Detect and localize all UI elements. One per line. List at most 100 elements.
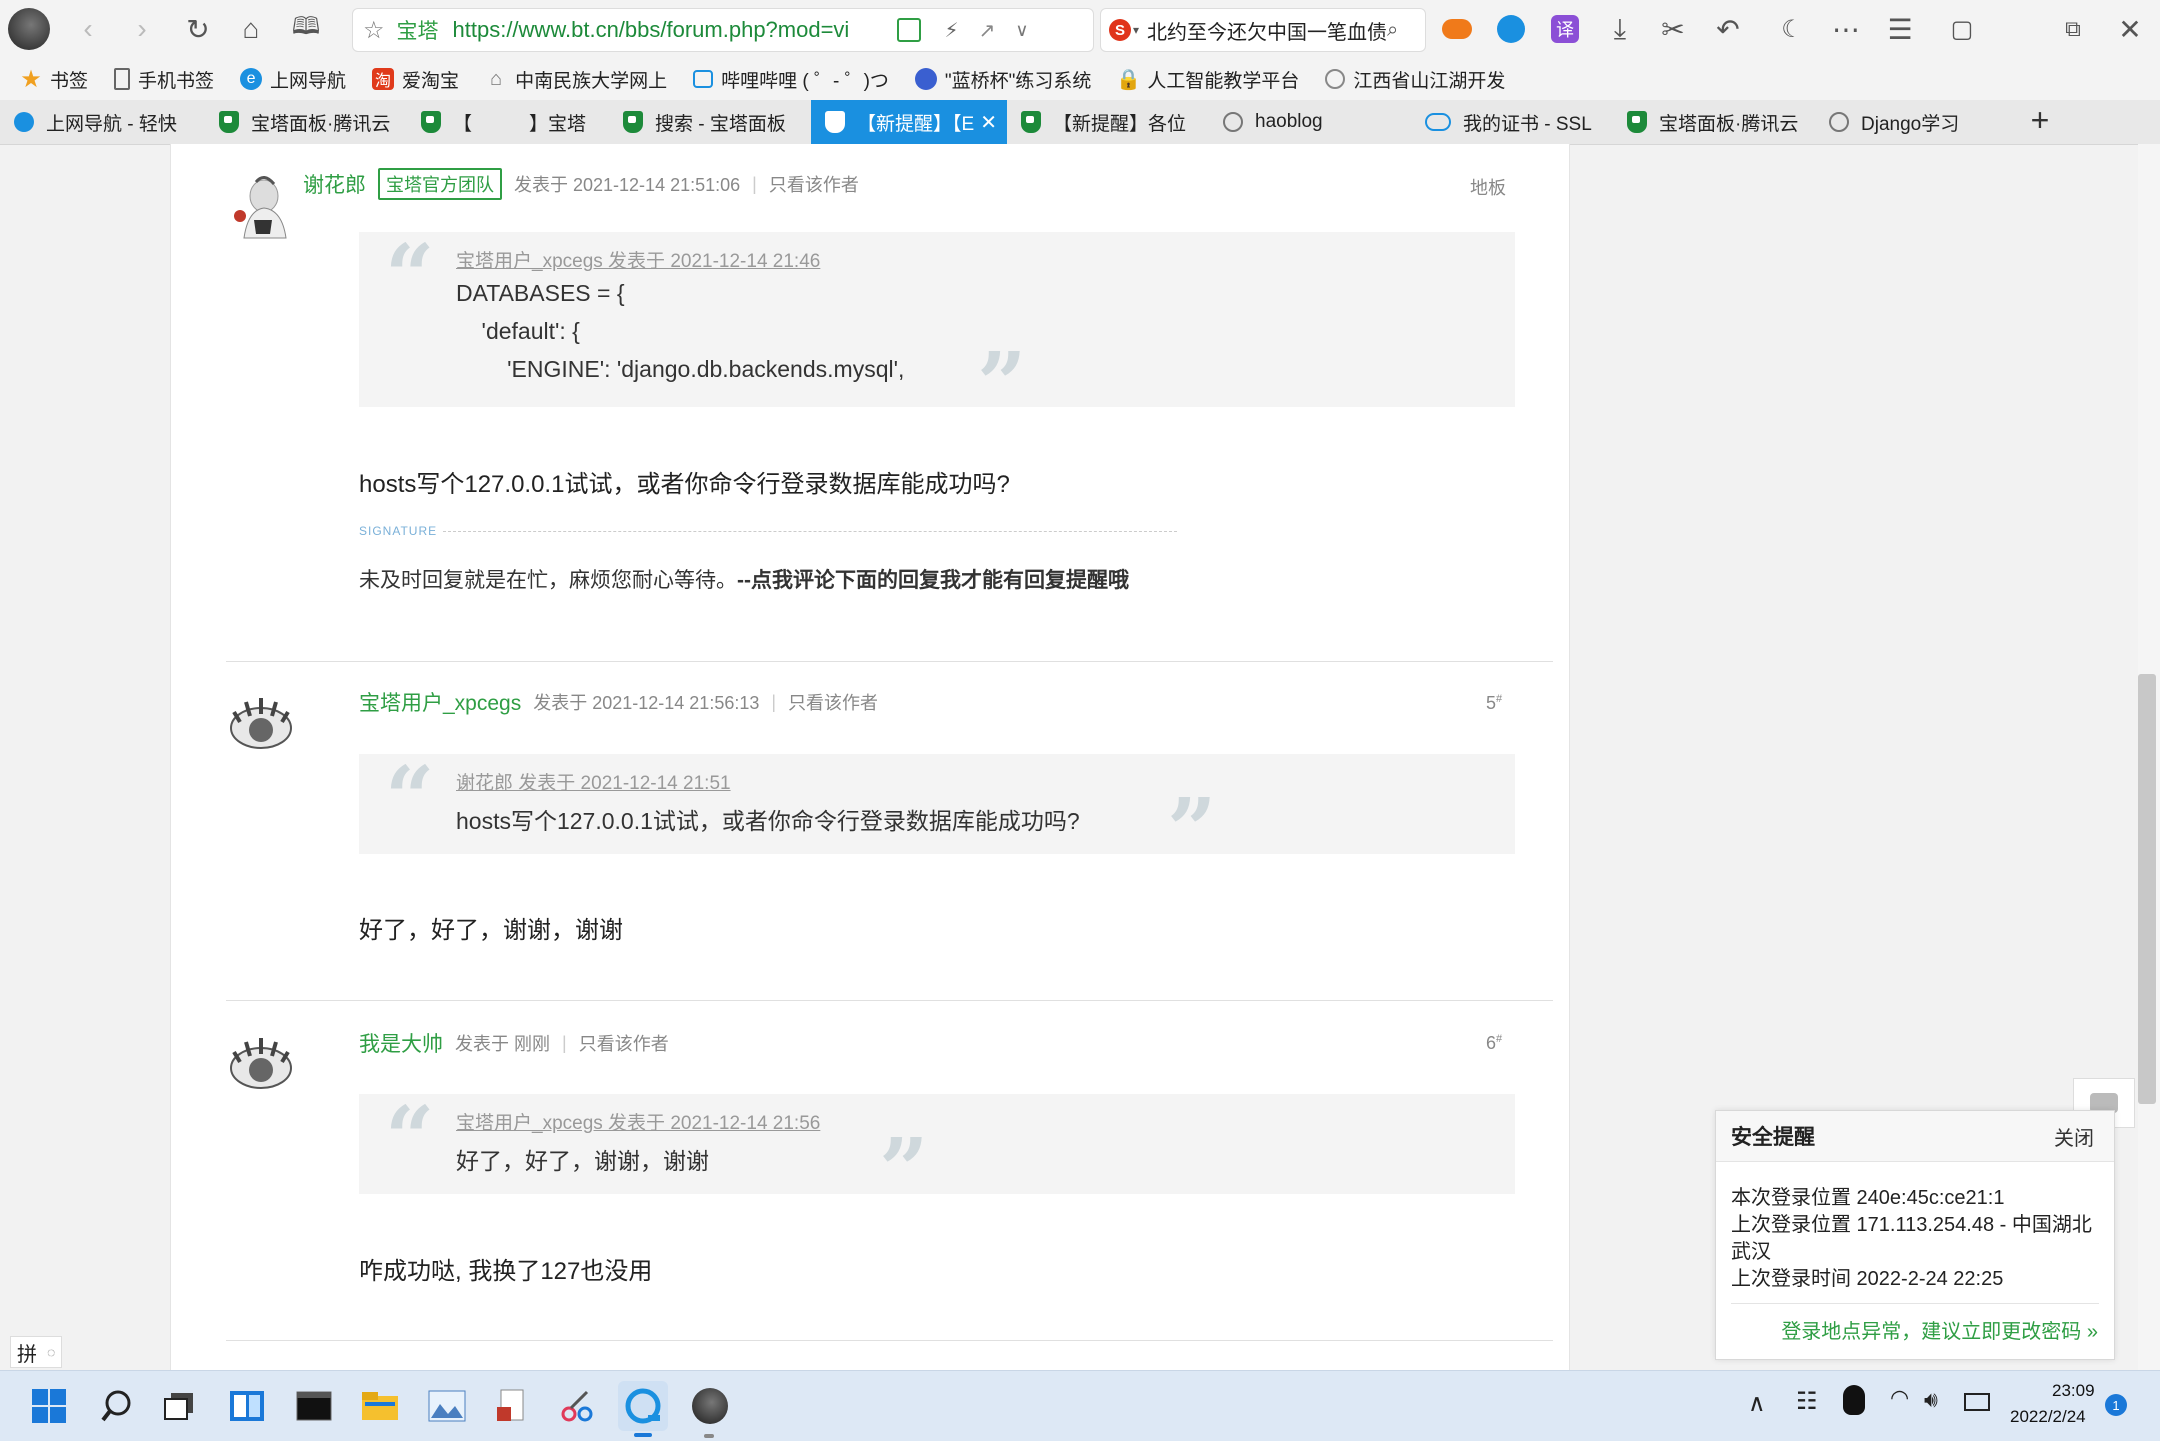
search-icon[interactable]	[92, 1381, 142, 1431]
battery-icon[interactable]	[1964, 1393, 1990, 1411]
profile-avatar[interactable]	[8, 8, 50, 50]
menu-icon[interactable]: ☰	[1880, 9, 1920, 49]
tab[interactable]: haoblog	[1209, 100, 1411, 144]
forward-icon[interactable]: ›	[122, 9, 162, 49]
quote-header[interactable]: 谢花郎 发表于 2021-12-14 21:51	[456, 768, 731, 795]
home-icon[interactable]: ⌂	[231, 9, 271, 49]
volume-icon[interactable]: 🔊︎	[1924, 1387, 1938, 1413]
floor-number[interactable]: 6#	[1486, 1033, 1502, 1054]
back-icon[interactable]: ‹	[68, 9, 108, 49]
clock-date[interactable]: 2022/2/24	[2010, 1407, 2086, 1427]
clock-time[interactable]: 23:09	[2052, 1381, 2095, 1401]
restore-icon[interactable]: ⧉	[2053, 9, 2093, 49]
quote-line: DATABASES = {	[456, 280, 625, 306]
tab[interactable]: Django学习	[1815, 100, 2017, 144]
engine-dropdown-icon[interactable]: ▾	[1133, 23, 1139, 37]
translate-icon[interactable]: 译	[1545, 9, 1585, 49]
globe-icon	[1223, 112, 1243, 132]
bilibili-icon	[693, 70, 714, 88]
house-icon: ⌂	[490, 67, 503, 90]
avatar[interactable]	[226, 168, 296, 244]
avatar[interactable]	[226, 688, 296, 758]
terminal-icon[interactable]	[289, 1381, 339, 1431]
tab[interactable]: 我的证书 - SSL	[1411, 100, 1613, 144]
bookmark-item[interactable]: 🔒 人工智能教学平台	[1116, 58, 1299, 100]
bookmark-item[interactable]: 手机书签	[114, 58, 214, 100]
refresh-icon[interactable]: ↻	[178, 9, 218, 49]
user-app-icon[interactable]	[685, 1381, 735, 1431]
search-icon[interactable]: ⌕	[1387, 19, 1398, 42]
bookmark-item[interactable]: e 上网导航	[240, 58, 346, 100]
only-author-link[interactable]: 只看该作者	[788, 689, 878, 715]
folder-icon[interactable]	[355, 1381, 405, 1431]
notification-badge[interactable]: 1	[2105, 1394, 2127, 1416]
search-box[interactable]: S ▾ 北约至今还欠中国一笔血债 ⌕	[1100, 8, 1426, 52]
qq-icon[interactable]	[1843, 1385, 1865, 1415]
widgets-icon[interactable]	[222, 1381, 272, 1431]
quote-header[interactable]: 宝塔用户_xpcegs 发表于 2021-12-14 21:56	[456, 1108, 820, 1135]
author-name[interactable]: 宝塔用户_xpcegs	[359, 687, 521, 717]
moon-icon[interactable]: ☾	[1772, 9, 1812, 49]
url-text[interactable]: https://www.bt.cn/bbs/forum.php?mod=vi	[453, 17, 883, 43]
share-icon[interactable]: ↗	[979, 18, 996, 43]
extension-icon[interactable]	[1491, 9, 1531, 49]
flash-icon[interactable]: ⚡	[945, 18, 959, 43]
bookmark-item[interactable]: "蓝桥杯"练习系统	[914, 58, 1091, 100]
more-icon[interactable]: ⋯	[1826, 9, 1866, 49]
open-quote-icon: “	[385, 748, 435, 849]
tab[interactable]: 宝塔面板·腾讯云	[1613, 100, 1815, 144]
bookmark-item[interactable]: ⌂ 中南民族大学网上	[485, 58, 667, 100]
browser-icon[interactable]	[618, 1381, 668, 1431]
close-tab-icon[interactable]: ✕	[980, 110, 997, 135]
chevron-up-icon[interactable]: ∧	[1748, 1389, 1766, 1418]
tab[interactable]: 【新提醒】各位	[1007, 100, 1209, 144]
only-author-link[interactable]: 只看该作者	[579, 1030, 669, 1056]
start-button[interactable]	[24, 1381, 74, 1431]
bookmark-item[interactable]: 淘爱淘宝	[372, 58, 459, 100]
settings-sliders-icon[interactable]: ☷	[1796, 1387, 1818, 1416]
change-password-link[interactable]: 登录地点异常，建议立即更改密码 »	[1781, 1315, 2098, 1344]
login-location: 本次登录位置 240e:45c:ce21:1	[1731, 1187, 2005, 1209]
task-view-icon[interactable]	[154, 1381, 204, 1431]
author-name[interactable]: 我是大帅	[359, 1028, 443, 1058]
scrollbar[interactable]	[2138, 144, 2160, 1370]
floor-number[interactable]: 5#	[1486, 693, 1502, 714]
photos-icon[interactable]	[422, 1381, 472, 1431]
bookmark-item[interactable]: 江西省山江湖开发	[1325, 58, 1505, 100]
game-icon[interactable]	[1437, 9, 1477, 49]
avatar[interactable]	[226, 1028, 296, 1098]
star-icon[interactable]: ☆	[363, 16, 385, 45]
tab[interactable]: 上网导航 - 轻快	[0, 100, 205, 144]
bookmark-item[interactable]: ★ 书签	[20, 58, 88, 100]
only-author-link[interactable]: 只看该作者	[769, 171, 859, 197]
scrollbar-thumb[interactable]	[2138, 674, 2156, 1104]
reader-mode-icon[interactable]	[896, 18, 921, 42]
new-tab-button[interactable]: +	[2022, 102, 2058, 139]
signature-link[interactable]: --点我评论下面的回复我才能有回复提醒哦	[737, 569, 1129, 592]
search-input[interactable]: 北约至今还欠中国一笔血债	[1147, 16, 1387, 45]
download-icon[interactable]: ⤓	[1600, 9, 1640, 49]
author-name[interactable]: 谢花郎	[303, 169, 366, 199]
ime-indicator[interactable]: 拼 ◌	[10, 1336, 63, 1368]
reader-icon[interactable]: 🕮	[286, 9, 326, 49]
last-login-location: 上次登录位置 171.113.254.48 - 中国湖北武汉	[1731, 1214, 2092, 1263]
wifi-icon[interactable]: ◠	[1890, 1385, 1909, 1411]
post-time: 发表于 2021-12-14 21:51:06	[514, 175, 741, 195]
scissors-icon[interactable]: ✂	[1653, 9, 1693, 49]
tab[interactable]: 宝塔面板·腾讯云	[205, 100, 407, 144]
shirt-icon[interactable]: ▢	[1942, 9, 1982, 49]
quote-header[interactable]: 宝塔用户_xpcegs 发表于 2021-12-14 21:46	[456, 246, 820, 273]
address-bar[interactable]: ☆ 宝塔 https://www.bt.cn/bbs/forum.php?mod…	[352, 8, 1094, 52]
tab[interactable]: 搜索 - 宝塔面板	[609, 100, 811, 144]
bookmark-item[interactable]: 哔哩哔哩 ( ゜- ゜)つ	[693, 58, 889, 100]
tab[interactable]: 【 】宝塔	[407, 100, 609, 144]
search-engine-icon[interactable]: S	[1109, 19, 1131, 41]
floor-label[interactable]: 地板	[1470, 174, 1506, 200]
close-icon[interactable]: ✕	[2110, 9, 2150, 49]
undo-icon[interactable]: ↶	[1708, 9, 1748, 49]
snipping-tool-icon[interactable]	[552, 1381, 602, 1431]
chevron-down-icon[interactable]: ∨	[1015, 20, 1028, 41]
tab-active[interactable]: 【新提醒】【E ✕	[811, 100, 1007, 144]
document-icon[interactable]	[487, 1381, 537, 1431]
popup-close-button[interactable]: 关闭	[2054, 1122, 2094, 1151]
